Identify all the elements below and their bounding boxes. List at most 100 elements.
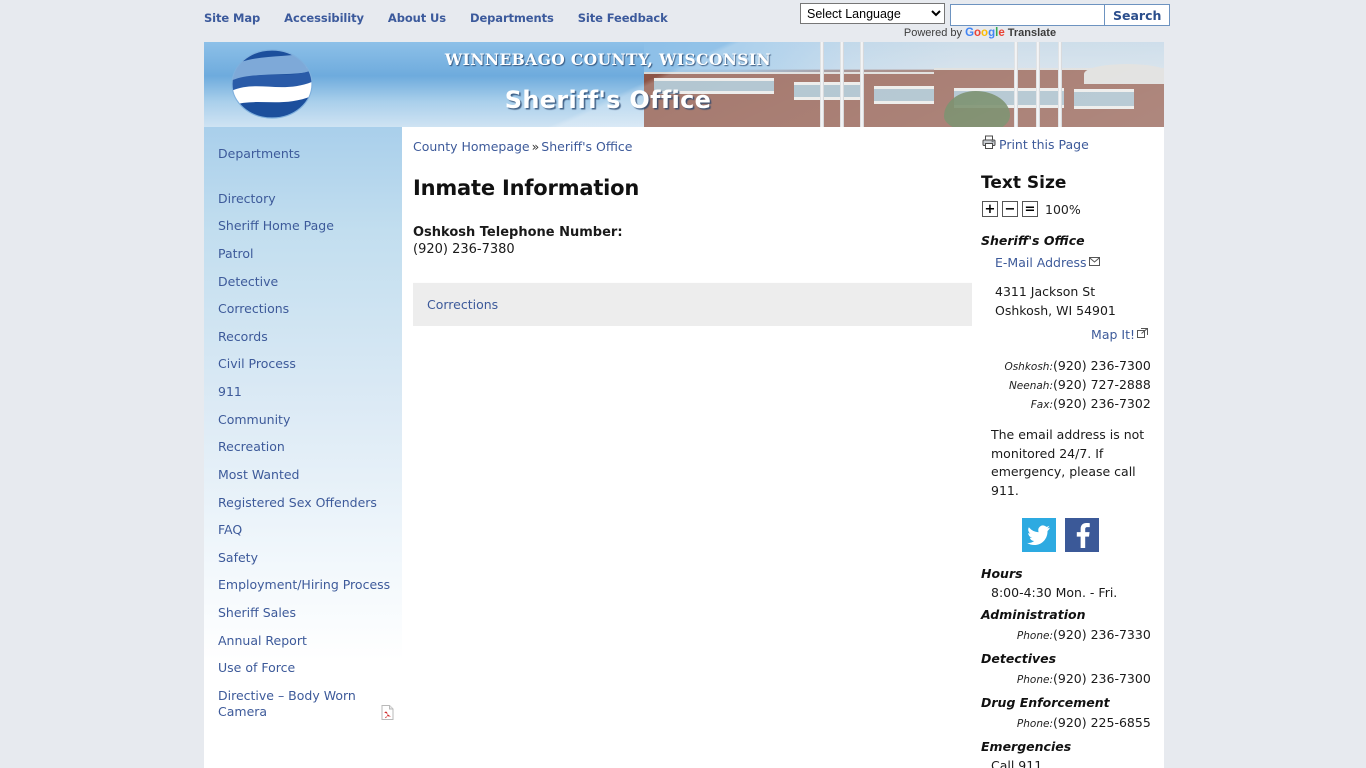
sidebar-item-patrol[interactable]: Patrol [204,240,402,268]
sidebar-item-civil-process[interactable]: Civil Process [204,350,402,378]
office-address: 4311 Jackson St Oshkosh, WI 54901 [995,282,1164,320]
search-button[interactable]: Search [1104,4,1171,26]
phone-label: Oshkosh: [1004,361,1053,373]
phone-row: Phone: (920) 236-7300 [977,669,1163,688]
powered-by-text: Powered by [903,27,962,39]
sheriffs-office-heading: Sheriff's Office [981,233,1085,248]
phone-label: Neenah: [1008,380,1053,392]
printer-icon [982,135,996,153]
phone-label: Fax: [1030,399,1053,411]
banner-department-title: Sheriff's Office [504,86,712,114]
top-navigation: Site Map Accessibility About Us Departments… [204,11,668,25]
hours-heading: Hours [981,566,1023,581]
sidebar-item-directive-body-worn-camera[interactable]: Directive – Body Worn Camera [204,682,402,725]
phone-row: Neenah: (920) 727-2888 [977,375,1163,394]
winnebago-county-wave-logo[interactable] [224,48,320,120]
external-link-icon [1137,327,1148,342]
phone-value: (920) 236-7302 [1053,396,1151,411]
search-input[interactable] [950,4,1104,26]
sidebar-item-use-of-force[interactable]: Use of Force [204,654,402,682]
phone-value: (920) 236-7300 [1053,358,1151,373]
email-monitoring-note: The email address is not monitored 24/7.… [991,427,1145,498]
site-search: Search [950,4,1171,26]
topnav-item-departments[interactable]: Departments [470,11,554,25]
phone-row: Oshkosh: (920) 236-7300 [977,356,1163,375]
text-size-reset-button[interactable]: = [1022,201,1038,217]
google-translate-widget: Select Language [800,3,945,24]
site-banner: WINNEBAGO COUNTY, WISCONSIN Sheriff's Of… [204,42,1164,127]
sidebar-item-faq[interactable]: FAQ [204,516,402,544]
contact-phones-table: Oshkosh: (920) 236-7300 Neenah: (920) 727-2… [977,356,1163,413]
breadcrumb-county-homepage[interactable]: County Homepage [413,139,530,154]
topnav-item-site-feedback[interactable]: Site Feedback [578,11,668,25]
page-title: Inmate Information [413,176,640,200]
main-content: County Homepage» Sheriff's Office Inmate … [402,127,974,768]
sidebar-item-departments[interactable]: Departments [204,140,402,168]
powered-by-google-translate: Powered by Google Translate [800,27,1160,39]
email-address-row[interactable]: E-Mail Address [995,255,1164,270]
sidebar-item-directory[interactable]: Directory [204,185,402,213]
breadcrumb: County Homepage» Sheriff's Office [408,139,974,154]
sidebar-item-sheriff-home-page[interactable]: Sheriff Home Page [204,212,402,240]
translate-word: Translate [1007,27,1057,39]
breadcrumb-sheriffs-office[interactable]: Sheriff's Office [541,139,632,154]
phone-row: Phone: (920) 225-6855 [977,713,1163,732]
phone-row: Fax: (920) 236-7302 [977,394,1163,413]
hours-value: 8:00-4:30 Mon. - Fri. [991,585,1118,600]
sidebar-item-annual-report[interactable]: Annual Report [204,627,402,655]
topnav-item-accessibility[interactable]: Accessibility [284,11,364,25]
sidebar-item-employment-hiring-process[interactable]: Employment/Hiring Process [204,571,402,599]
language-select[interactable]: Select Language [800,3,945,24]
phone-row: Phone: (920) 236-7330 [977,625,1163,644]
social-media-links [977,518,1164,552]
sidebar-item-corrections[interactable]: Corrections [204,295,402,323]
sidebar-item-records[interactable]: Records [204,323,402,351]
oshkosh-phone-label: Oshkosh Telephone Number: [413,225,623,240]
oshkosh-phone-value: (920) 236-7380 [413,242,515,257]
email-address-link[interactable]: E-Mail Address [995,255,1087,270]
text-size-percent: 100% [1045,201,1081,217]
sidebar-item-registered-sex-offenders[interactable]: Registered Sex Offenders [204,489,402,517]
address-line-1: 4311 Jackson St [995,284,1096,299]
page-root: Site Map Accessibility About Us Departments… [0,0,1366,768]
print-this-page-link[interactable]: Print this Page [999,137,1089,152]
emergencies-value: Call 911 [991,758,1043,768]
page-container: WINNEBAGO COUNTY, WISCONSIN Sheriff's Of… [204,42,1164,768]
sidebar-item-recreation[interactable]: Recreation [204,433,402,461]
topnav-item-site-map[interactable]: Site Map [204,11,260,25]
topnav-item-about-us[interactable]: About Us [388,11,446,25]
map-it-row[interactable]: Map It! [977,327,1148,342]
phone-value: (920) 236-7330 [1053,627,1151,642]
sidebar-item-911[interactable]: 911 [204,378,402,406]
right-sidebar: Print this Page Text Size + − = 100% She… [974,127,1164,768]
department-phone-blocks: Administration Phone: (920) 236-7330 Detect… [977,607,1164,732]
text-size-increase-button[interactable]: + [982,201,998,217]
dept-phone-table: Phone: (920) 225-6855 [977,713,1163,732]
dept-heading-administration: Administration [981,607,1086,622]
sidebar-item-detective[interactable]: Detective [204,268,402,296]
text-size-decrease-button[interactable]: − [1002,201,1018,217]
left-sidebar-navigation: Departments Directory Sheriff Home Page Pat… [204,127,402,721]
emergencies-heading: Emergencies [981,739,1072,754]
sidebar-item-sheriff-sales[interactable]: Sheriff Sales [204,599,402,627]
dept-heading-drug-enforcement: Drug Enforcement [981,695,1110,710]
facebook-icon[interactable] [1065,518,1099,552]
dept-phone-table: Phone: (920) 236-7330 [977,625,1163,644]
breadcrumb-separator: » [531,139,540,154]
related-links-panel: Corrections [413,282,972,326]
corrections-link[interactable]: Corrections [427,297,498,312]
phone-value: (920) 236-7300 [1053,671,1151,686]
sidebar-item-safety[interactable]: Safety [204,544,402,572]
sidebar-item-community[interactable]: Community [204,406,402,434]
phone-value: (920) 727-2888 [1053,377,1151,392]
dept-heading-detectives: Detectives [981,651,1057,666]
content-columns: Departments Directory Sheriff Home Page Pat… [204,127,1164,768]
dept-phone-table: Phone: (920) 236-7300 [977,669,1163,688]
google-wordmark: Google [965,27,1005,39]
twitter-icon[interactable] [1022,518,1056,552]
map-it-link[interactable]: Map It! [1091,327,1135,342]
sidebar-item-most-wanted[interactable]: Most Wanted [204,461,402,489]
envelope-icon [1088,255,1100,270]
print-page-row[interactable]: Print this Page [982,135,1164,153]
